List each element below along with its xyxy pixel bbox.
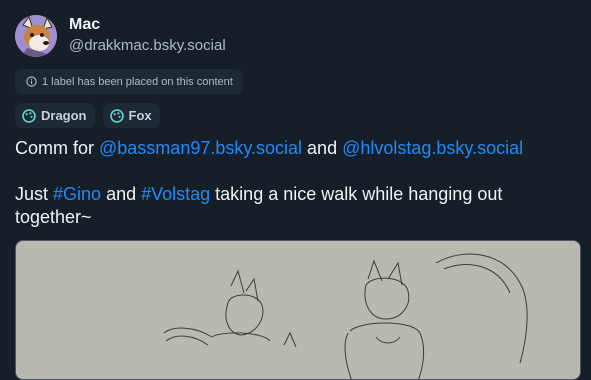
- tag-fox[interactable]: Fox: [102, 103, 160, 128]
- author-display-name[interactable]: Mac: [69, 16, 100, 34]
- post-body: Comm for @bassman97.bsky.social and @hlv…: [15, 137, 575, 229]
- tag-label: Fox: [128, 108, 152, 123]
- author-avatar[interactable]: [15, 15, 57, 57]
- moderation-label-text: 1 label has been placed on this content: [42, 75, 233, 88]
- tag-list: Dragon Fox: [15, 103, 160, 128]
- post-text-segment: and: [101, 184, 142, 204]
- post-line-2: Just #Gino and #Volstag taking a nice wa…: [15, 183, 575, 229]
- author-handle[interactable]: @drakkmac.bsky.social: [69, 37, 226, 54]
- palette-icon: [109, 108, 124, 123]
- mention-link[interactable]: @bassman97.bsky.social: [99, 138, 302, 158]
- tag-dragon[interactable]: Dragon: [15, 103, 95, 128]
- tag-label: Dragon: [41, 108, 87, 123]
- hashtag-link[interactable]: #Volstag: [141, 184, 210, 204]
- post-line-1: Comm for @bassman97.bsky.social and @hlv…: [15, 137, 575, 160]
- moderation-label-badge[interactable]: 1 label has been placed on this content: [15, 69, 243, 94]
- info-icon: [26, 76, 37, 87]
- post-text-segment: Comm for: [15, 138, 100, 158]
- post-text-segment: Just: [15, 184, 54, 204]
- hashtag-link[interactable]: #Gino: [53, 184, 101, 204]
- post-image[interactable]: [15, 240, 581, 380]
- mention-link[interactable]: @hlvolstag.bsky.social: [342, 138, 523, 158]
- palette-icon: [22, 108, 36, 123]
- post-text-segment: and: [302, 138, 343, 158]
